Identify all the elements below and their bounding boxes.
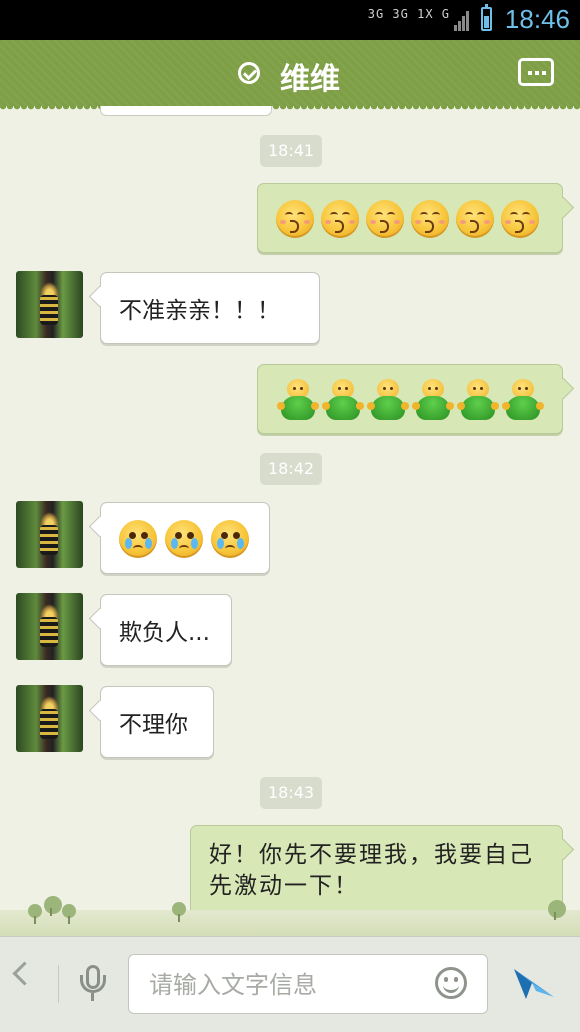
more-dots-icon[interactable] — [518, 58, 554, 86]
crying-emoji-icon — [211, 520, 249, 558]
check-circle-icon — [238, 62, 260, 84]
green-doll-emoji-icon — [502, 379, 544, 421]
tree-icon — [28, 904, 42, 924]
crying-emoji-icon — [119, 520, 157, 558]
battery-icon — [481, 4, 492, 31]
timestamp: 18:43 — [260, 777, 323, 809]
network-signal-text: 3G 3G 1X G — [367, 7, 450, 21]
kiss-emoji-icon — [501, 200, 539, 238]
tree-icon — [172, 902, 186, 922]
crying-emoji-icon — [165, 520, 203, 558]
green-doll-emoji-icon — [277, 379, 319, 421]
message-text: 不准亲亲！！！ — [119, 298, 280, 324]
tree-icon — [44, 896, 62, 916]
divider — [58, 965, 59, 1003]
status-bar: 3G 3G 1X G 18:46 — [0, 0, 580, 40]
green-doll-emoji-icon — [322, 379, 364, 421]
outgoing-message[interactable] — [257, 183, 563, 253]
previous-message-bubble — [100, 106, 272, 116]
incoming-message[interactable]: 不准亲亲！！！ — [100, 272, 320, 344]
send-paper-plane-icon[interactable] — [512, 963, 556, 1003]
kiss-emoji-icon — [276, 200, 314, 238]
tree-icon — [548, 900, 566, 920]
incoming-message[interactable]: 欺负人... — [100, 594, 232, 666]
kiss-emoji-icon — [411, 200, 449, 238]
contact-avatar[interactable] — [16, 501, 83, 568]
message-input-bar — [0, 936, 580, 1032]
incoming-message[interactable]: 不理你 — [100, 686, 214, 758]
kiss-emoji-icon — [321, 200, 359, 238]
chevron-left-icon[interactable] — [12, 961, 37, 986]
contact-avatar[interactable] — [16, 271, 83, 338]
ground-decoration — [0, 896, 580, 936]
status-time: 18:46 — [504, 4, 570, 34]
message-list[interactable]: 18:41 不准亲亲！！！ 18:42 欺负人... 不理你 18:43 好！你… — [0, 106, 580, 936]
tree-icon — [62, 904, 76, 924]
contact-avatar[interactable] — [16, 593, 83, 660]
message-field[interactable] — [128, 954, 488, 1014]
smiley-icon[interactable] — [435, 967, 467, 999]
outgoing-message[interactable]: 好！你先不要理我，我要自己先激动一下！ — [190, 825, 563, 917]
contact-name[interactable]: 维维 — [280, 54, 340, 98]
message-text: 不理你 — [119, 712, 188, 738]
incoming-message[interactable] — [100, 502, 270, 574]
message-text: 好！你先不要理我，我要自己先激动一下！ — [209, 842, 534, 899]
green-doll-emoji-icon — [457, 379, 499, 421]
message-input[interactable] — [147, 967, 421, 1003]
signal-bars-icon — [454, 9, 470, 31]
kiss-emoji-icon — [456, 200, 494, 238]
kiss-emoji-icon — [366, 200, 404, 238]
green-doll-emoji-icon — [367, 379, 409, 421]
microphone-icon[interactable] — [80, 965, 106, 1003]
chat-header: 维维 — [0, 40, 580, 112]
green-doll-emoji-icon — [412, 379, 454, 421]
outgoing-message[interactable] — [257, 364, 563, 434]
message-text: 欺负人... — [119, 620, 210, 646]
timestamp: 18:41 — [260, 135, 323, 167]
contact-avatar[interactable] — [16, 685, 83, 752]
timestamp: 18:42 — [260, 453, 323, 485]
